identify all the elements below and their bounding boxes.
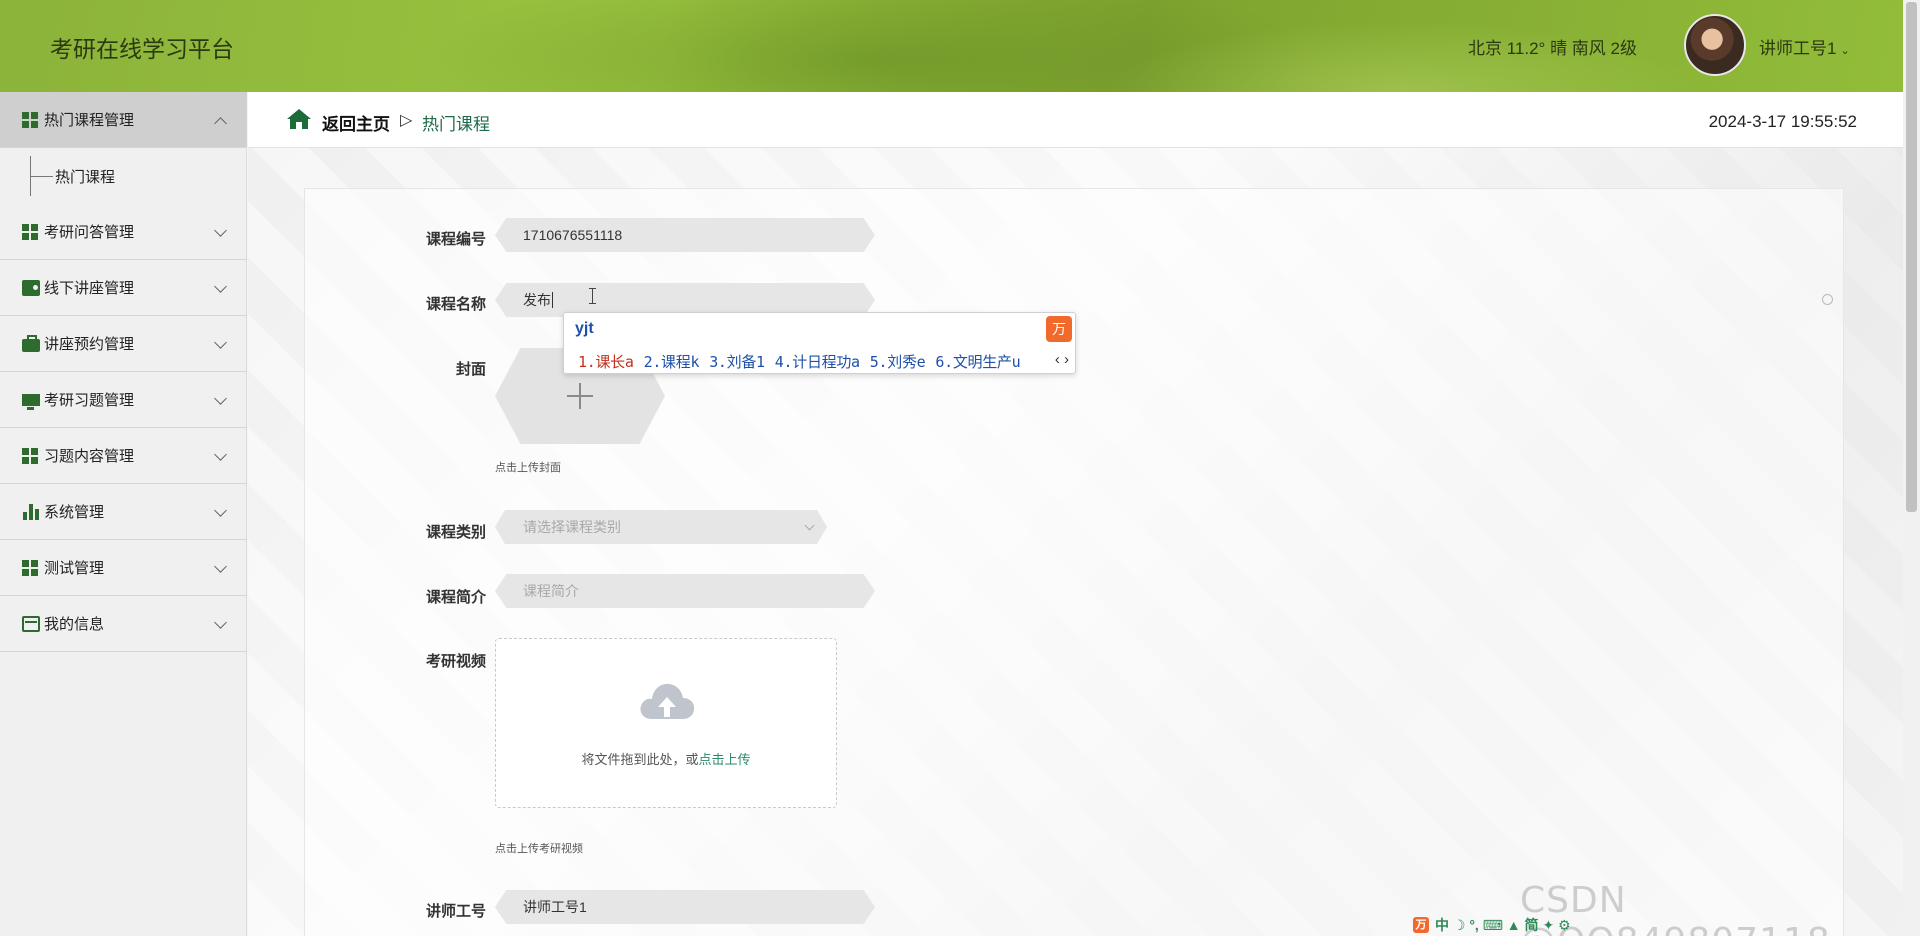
ime-status-logo-icon: 万 — [1413, 917, 1429, 933]
sidebar-item-label: 测试管理 — [44, 560, 105, 577]
chevron-down-icon — [804, 520, 815, 531]
category-label: 课程类别 — [425, 524, 486, 541]
ime-candidate[interactable]: 2.课程k — [644, 353, 700, 371]
intro-input[interactable]: 课程简介 — [495, 574, 875, 608]
sidebar: 热门课程管理 热门课程 考研问答管理 线下讲座管理 讲座预约管理 考研习题管理 … — [0, 92, 247, 936]
sidebar-item-hot-course-mgmt[interactable]: 热门课程管理 — [0, 92, 247, 148]
breadcrumb-separator: ▷ — [400, 112, 413, 129]
chevron-down-icon — [214, 616, 227, 629]
clear-icon[interactable] — [1822, 294, 1833, 305]
sidebar-item-my-info[interactable]: 我的信息 — [0, 596, 247, 652]
bar-chart-icon — [22, 503, 40, 520]
course-id-value: 1710676551118 — [523, 227, 623, 243]
sidebar-item-label: 考研习题管理 — [44, 392, 135, 409]
sidebar-item-label: 考研问答管理 — [44, 224, 135, 241]
caret-cursor — [552, 292, 553, 308]
wallet-icon — [22, 279, 40, 296]
breadcrumb-home-link[interactable]: 返回主页 — [322, 110, 390, 135]
sidebar-item-label: 习题内容管理 — [44, 448, 135, 465]
category-select[interactable]: 请选择课程类别 — [495, 510, 827, 544]
ime-status-bar[interactable]: 万 中 ☽ °, ⌨ ▲ 简 ✦ ⚙ — [1413, 916, 1571, 934]
chevron-up-icon — [214, 117, 227, 130]
weather-info: 北京 11.2° 晴 南风 2级 — [1468, 39, 1637, 58]
ime-logo-icon[interactable]: 万 — [1046, 316, 1072, 342]
briefcase-icon — [22, 334, 40, 352]
cover-label: 封面 — [455, 361, 486, 378]
grid-icon — [22, 559, 40, 576]
chevron-down-icon: ⌄ — [1840, 45, 1850, 57]
dropzone-text: 将文件拖到此处，或点击上传 — [496, 749, 836, 768]
chevron-down-icon — [214, 504, 227, 517]
chevron-down-icon — [214, 448, 227, 461]
ime-candidate[interactable]: 3.刘备1 — [709, 353, 765, 371]
ime-candidate-list: 1.课长a 2.课程k 3.刘备1 4.计日程功a 5.刘秀e 6.文明生产u — [578, 351, 1030, 372]
sidebar-item-label: 系统管理 — [44, 504, 105, 521]
sidebar-item-lecture-mgmt[interactable]: 线下讲座管理 — [0, 260, 247, 316]
breadcrumb-current: 热门课程 — [422, 115, 490, 134]
teacher-id-label: 讲师工号 — [425, 903, 486, 920]
video-hint: 点击上传考研视频 — [495, 843, 583, 855]
ime-candidate[interactable]: 1.课长a — [578, 353, 634, 371]
course-name-value: 发布 — [523, 292, 551, 308]
sidebar-item-label: 我的信息 — [44, 616, 105, 633]
ime-candidate[interactable]: 6.文明生产u — [935, 353, 1020, 371]
teacher-id-field[interactable]: 讲师工号1 — [495, 890, 875, 924]
upload-cloud-icon — [640, 683, 695, 719]
chevron-down-icon — [214, 560, 227, 573]
chevron-down-icon — [214, 280, 227, 293]
sidebar-item-label: 讲座预约管理 — [44, 336, 135, 353]
ime-page-nav[interactable]: ‹ › — [1055, 351, 1069, 368]
monitor-icon — [22, 393, 40, 410]
home-icon[interactable] — [286, 108, 312, 130]
app-title: 考研在线学习平台 — [50, 36, 234, 62]
intro-placeholder: 课程简介 — [523, 583, 579, 599]
top-header: 考研在线学习平台 北京 11.2° 晴 南风 2级 讲师工号1 ⌄ — [0, 0, 1903, 92]
chevron-down-icon — [214, 224, 227, 237]
user-name: 讲师工号1 — [1759, 39, 1837, 58]
ime-status-icons: 中 ☽ °, ⌨ ▲ 简 ✦ ⚙ — [1435, 917, 1571, 933]
plus-icon-vertical — [579, 383, 581, 409]
sidebar-subitem-label: 热门课程 — [55, 168, 116, 186]
intro-label: 课程简介 — [425, 589, 486, 606]
grid-icon — [22, 447, 40, 464]
ime-candidate[interactable]: 5.刘秀e — [870, 353, 926, 371]
grid-icon — [22, 111, 40, 128]
course-id-field[interactable]: 1710676551118 — [495, 218, 875, 252]
chevron-down-icon — [214, 392, 227, 405]
mouse-text-cursor — [589, 288, 596, 304]
sidebar-item-qa-mgmt[interactable]: 考研问答管理 — [0, 204, 247, 260]
user-menu[interactable]: 讲师工号1 ⌄ — [1759, 34, 1850, 59]
sidebar-item-system-mgmt[interactable]: 系统管理 — [0, 484, 247, 540]
cover-hint: 点击上传封面 — [495, 462, 561, 474]
avatar[interactable] — [1684, 14, 1746, 76]
chevron-down-icon — [214, 336, 227, 349]
video-label: 考研视频 — [425, 653, 486, 670]
sidebar-item-exercise-content-mgmt[interactable]: 习题内容管理 — [0, 428, 247, 484]
scrollbar-thumb[interactable] — [1906, 2, 1917, 512]
tree-branch-line — [30, 156, 53, 196]
ime-candidate[interactable]: 4.计日程功a — [775, 353, 860, 371]
course-name-label: 课程名称 — [425, 296, 486, 313]
breadcrumb-bar: 返回主页 ▷ 热门课程 2024-3-17 19:55:52 — [248, 92, 1903, 148]
course-id-label: 课程编号 — [425, 231, 486, 248]
main-content: 返回主页 ▷ 热门课程 2024-3-17 19:55:52 — [248, 92, 1903, 936]
dropzone-instruction: 将文件拖到此处，或 — [581, 752, 699, 767]
sidebar-item-booking-mgmt[interactable]: 讲座预约管理 — [0, 316, 247, 372]
sidebar-item-label: 热门课程管理 — [44, 112, 135, 129]
teacher-id-value: 讲师工号1 — [523, 899, 587, 915]
sidebar-item-test-mgmt[interactable]: 测试管理 — [0, 540, 247, 596]
card-icon — [22, 615, 40, 632]
ime-candidate-popup: yjt 万 1.课长a 2.课程k 3.刘备1 4.计日程功a 5.刘秀e 6.文明生产u… — [563, 312, 1076, 374]
grid-icon — [22, 223, 40, 240]
page-scrollbar[interactable] — [1903, 0, 1920, 936]
sidebar-item-exercise-mgmt[interactable]: 考研习题管理 — [0, 372, 247, 428]
video-upload-dropzone[interactable]: 将文件拖到此处，或点击上传 — [495, 638, 837, 808]
click-upload-link[interactable]: 点击上传 — [699, 752, 751, 767]
sidebar-item-label: 线下讲座管理 — [44, 280, 135, 297]
category-placeholder: 请选择课程类别 — [523, 519, 621, 535]
sidebar-subitem-hot-course[interactable]: 热门课程 — [0, 148, 247, 204]
ime-composition: yjt — [575, 320, 594, 337]
datetime-display: 2024-3-17 19:55:52 — [1708, 112, 1857, 131]
watermark: CSDN @QQ849807118 — [1520, 880, 1830, 936]
